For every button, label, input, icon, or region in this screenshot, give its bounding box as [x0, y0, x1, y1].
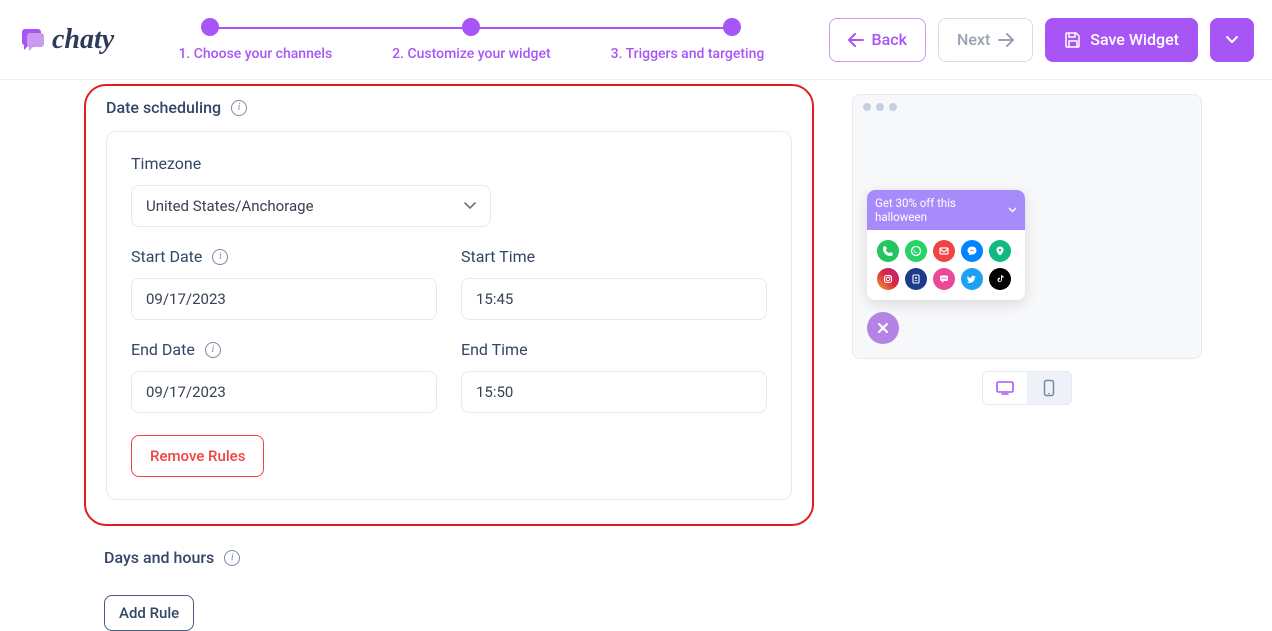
save-icon [1064, 31, 1082, 49]
header-actions: Back Next Save Widget [829, 18, 1254, 62]
step-label-2[interactable]: 2. Customize your widget [392, 46, 550, 62]
contact-icon[interactable] [905, 268, 927, 290]
timezone-select[interactable]: United States/Anchorage [131, 185, 491, 227]
map-pin-icon[interactable] [989, 240, 1011, 262]
step-dot-2[interactable] [462, 18, 480, 36]
save-button-label: Save Widget [1090, 30, 1179, 49]
logo-icon [18, 25, 48, 55]
start-time-input[interactable]: 15:45 [461, 278, 767, 320]
desktop-view-button[interactable] [983, 372, 1027, 404]
info-icon[interactable]: i [205, 342, 221, 358]
end-date-label: End Date [131, 340, 195, 359]
end-time-label: End Time [461, 340, 767, 359]
arrow-right-icon [998, 33, 1014, 47]
twitter-icon[interactable] [961, 268, 983, 290]
save-widget-button[interactable]: Save Widget [1045, 18, 1198, 62]
info-icon[interactable]: i [224, 550, 240, 566]
preview-panel: Get 30% off this halloween [852, 94, 1202, 359]
remove-rules-button[interactable]: Remove Rules [131, 435, 264, 477]
days-hours-section: Days and hours i Add Rule [84, 548, 852, 631]
end-date-value: 09/17/2023 [146, 383, 226, 401]
email-icon[interactable] [933, 240, 955, 262]
logo: chaty [18, 24, 114, 56]
close-icon [876, 321, 890, 335]
app-header: chaty 1. Choose your channels 2. Customi… [0, 0, 1272, 80]
channel-icons [867, 230, 1025, 292]
tiktok-icon[interactable] [989, 268, 1011, 290]
arrow-left-icon [848, 33, 864, 47]
info-icon[interactable]: i [212, 249, 228, 265]
widget-header: Get 30% off this halloween [867, 190, 1025, 230]
step-dot-3[interactable] [723, 18, 741, 36]
next-button: Next [938, 18, 1033, 62]
logo-text: chaty [52, 24, 114, 56]
timezone-label: Timezone [131, 154, 767, 173]
date-scheduling-title: Date scheduling [106, 98, 221, 117]
step-label-3[interactable]: 3. Triggers and targeting [611, 46, 765, 62]
info-icon[interactable]: i [231, 100, 247, 116]
chevron-down-icon [464, 202, 476, 210]
chevron-down-icon [1225, 35, 1239, 45]
days-hours-title: Days and hours [104, 548, 214, 567]
next-button-label: Next [957, 30, 990, 49]
date-scheduling-section: Date scheduling i Timezone United States… [84, 84, 814, 526]
chat-widget-preview: Get 30% off this halloween [867, 190, 1025, 344]
start-date-label: Start Date [131, 247, 202, 266]
add-rule-button[interactable]: Add Rule [104, 595, 194, 631]
remove-rules-label: Remove Rules [150, 447, 245, 465]
wizard-steps: 1. Choose your channels 2. Customize you… [114, 18, 828, 62]
device-toggle [982, 371, 1072, 405]
preview-column: Get 30% off this halloween [852, 80, 1272, 631]
page-content: Date scheduling i Timezone United States… [0, 80, 1272, 631]
messenger-icon[interactable] [961, 240, 983, 262]
end-time-value: 15:50 [476, 383, 513, 401]
step-label-1[interactable]: 1. Choose your channels [178, 46, 332, 62]
start-date-value: 09/17/2023 [146, 290, 226, 308]
close-widget-button[interactable] [867, 312, 899, 344]
scheduling-card: Timezone United States/Anchorage Start D… [106, 131, 792, 500]
promo-text: Get 30% off this halloween [875, 196, 1008, 224]
back-button[interactable]: Back [829, 18, 926, 62]
sms-icon[interactable] [933, 268, 955, 290]
end-time-input[interactable]: 15:50 [461, 371, 767, 413]
phone-icon[interactable] [877, 240, 899, 262]
start-time-value: 15:45 [476, 290, 513, 308]
start-time-label: Start Time [461, 247, 767, 266]
add-rule-label: Add Rule [119, 604, 179, 622]
whatsapp-icon[interactable] [905, 240, 927, 262]
mobile-view-button[interactable] [1027, 372, 1071, 404]
end-date-input[interactable]: 09/17/2023 [131, 371, 437, 413]
back-button-label: Back [872, 30, 907, 49]
timezone-value: United States/Anchorage [146, 197, 314, 215]
step-dot-1[interactable] [201, 18, 219, 36]
start-date-input[interactable]: 09/17/2023 [131, 278, 437, 320]
instagram-icon[interactable] [877, 268, 899, 290]
browser-dots-icon [863, 103, 1191, 111]
chevron-down-icon [1008, 207, 1017, 213]
main-column: Date scheduling i Timezone United States… [84, 80, 852, 631]
save-dropdown-button[interactable] [1210, 18, 1254, 62]
